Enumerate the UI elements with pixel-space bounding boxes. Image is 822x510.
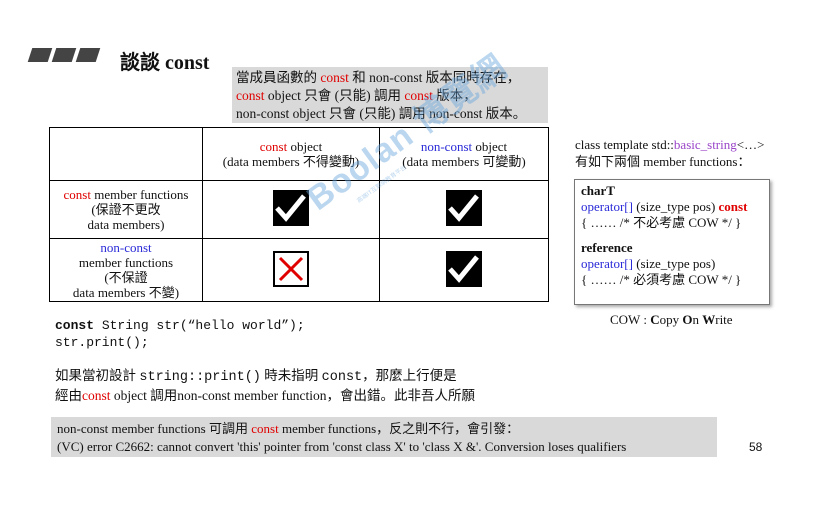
callout-line-3: non-const object 只會 (只能) 調用 non-const 版本… [236, 106, 527, 121]
table-row-header-const-functions: const member functions (保證不更改 data membe… [49, 180, 203, 239]
table-cell-nonconst-func-const-obj [202, 238, 380, 302]
callout-line-1: 當成員函數的 const 和 non-const 版本同時存在， [236, 70, 521, 85]
cow-caption: COW : Copy On Write [610, 312, 733, 327]
member-2-return-type: reference [581, 240, 633, 255]
check-mark-icon [273, 190, 309, 226]
error-note-line-2: (VC) error C2662: cannot convert 'this' … [57, 439, 627, 454]
title-bar-decoration-2 [51, 48, 77, 62]
table-cell-const-func-const-obj [202, 180, 380, 239]
table-row-header-nonconst-functions: non-const member functions (不保證 data mem… [49, 238, 203, 302]
explanation-paragraph: 如果當初設計 string::print() 時未指明 const，那麼上行便是… [55, 367, 475, 405]
member-2-body: { …… /* 必須考慮 COW */ } [581, 272, 742, 287]
table-header-const-object: const object (data members 不得變動) [202, 127, 380, 181]
title-bar-decoration-3 [75, 48, 101, 62]
callout-box: 當成員函數的 const 和 non-const 版本同時存在， const o… [232, 67, 548, 123]
check-mark-icon [446, 250, 482, 287]
member-1-signature: operator[] (size_type pos) const [581, 199, 748, 214]
table-cell-const-func-nonconst-obj [379, 180, 549, 239]
const-matrix-table: const object (data members 不得變動) non-con… [49, 127, 549, 302]
class-template-line-1: class template std::basic_string<…> [575, 137, 765, 152]
member-2-signature: operator[] (size_type pos) [581, 256, 716, 271]
table-header-nonconst-object: non-const object (data members 可變動) [379, 127, 549, 181]
table-corner-cell [49, 127, 203, 181]
member-functions-box: charT operator[] (size_type pos) const {… [574, 179, 770, 305]
explanation-line-1: 如果當初設計 string::print() 時未指明 const，那麼上行便是 [55, 368, 457, 385]
page-title: 談談 const [120, 52, 210, 74]
explanation-line-2: 經由const object 調用non-const member functi… [55, 388, 475, 403]
error-note-line-1: non-const member functions 可調用 const mem… [57, 421, 520, 436]
class-template-caption: class template std::basic_string<…> 有如下兩… [575, 136, 764, 170]
error-note-box: non-const member functions 可調用 const mem… [51, 417, 717, 457]
code-line-1: const String str(“hello world”); [55, 318, 305, 333]
table-cell-nonconst-func-nonconst-obj [379, 238, 549, 302]
cross-mark-icon [273, 250, 309, 287]
member-1-return-type: charT [581, 183, 615, 198]
member-1-body: { …… /* 不必考慮 COW */ } [581, 215, 742, 230]
page-number: 58 [749, 440, 763, 454]
code-line-2: str.print(); [55, 335, 149, 350]
code-snippet: const String str(“hello world”); str.pri… [55, 317, 305, 351]
title-bar-decoration-1 [27, 48, 53, 62]
check-mark-icon [446, 190, 482, 226]
class-template-line-2: 有如下兩個 member functions： [575, 154, 751, 169]
callout-line-2: const object 只會 (只能) 調用 const 版本， [236, 88, 477, 103]
